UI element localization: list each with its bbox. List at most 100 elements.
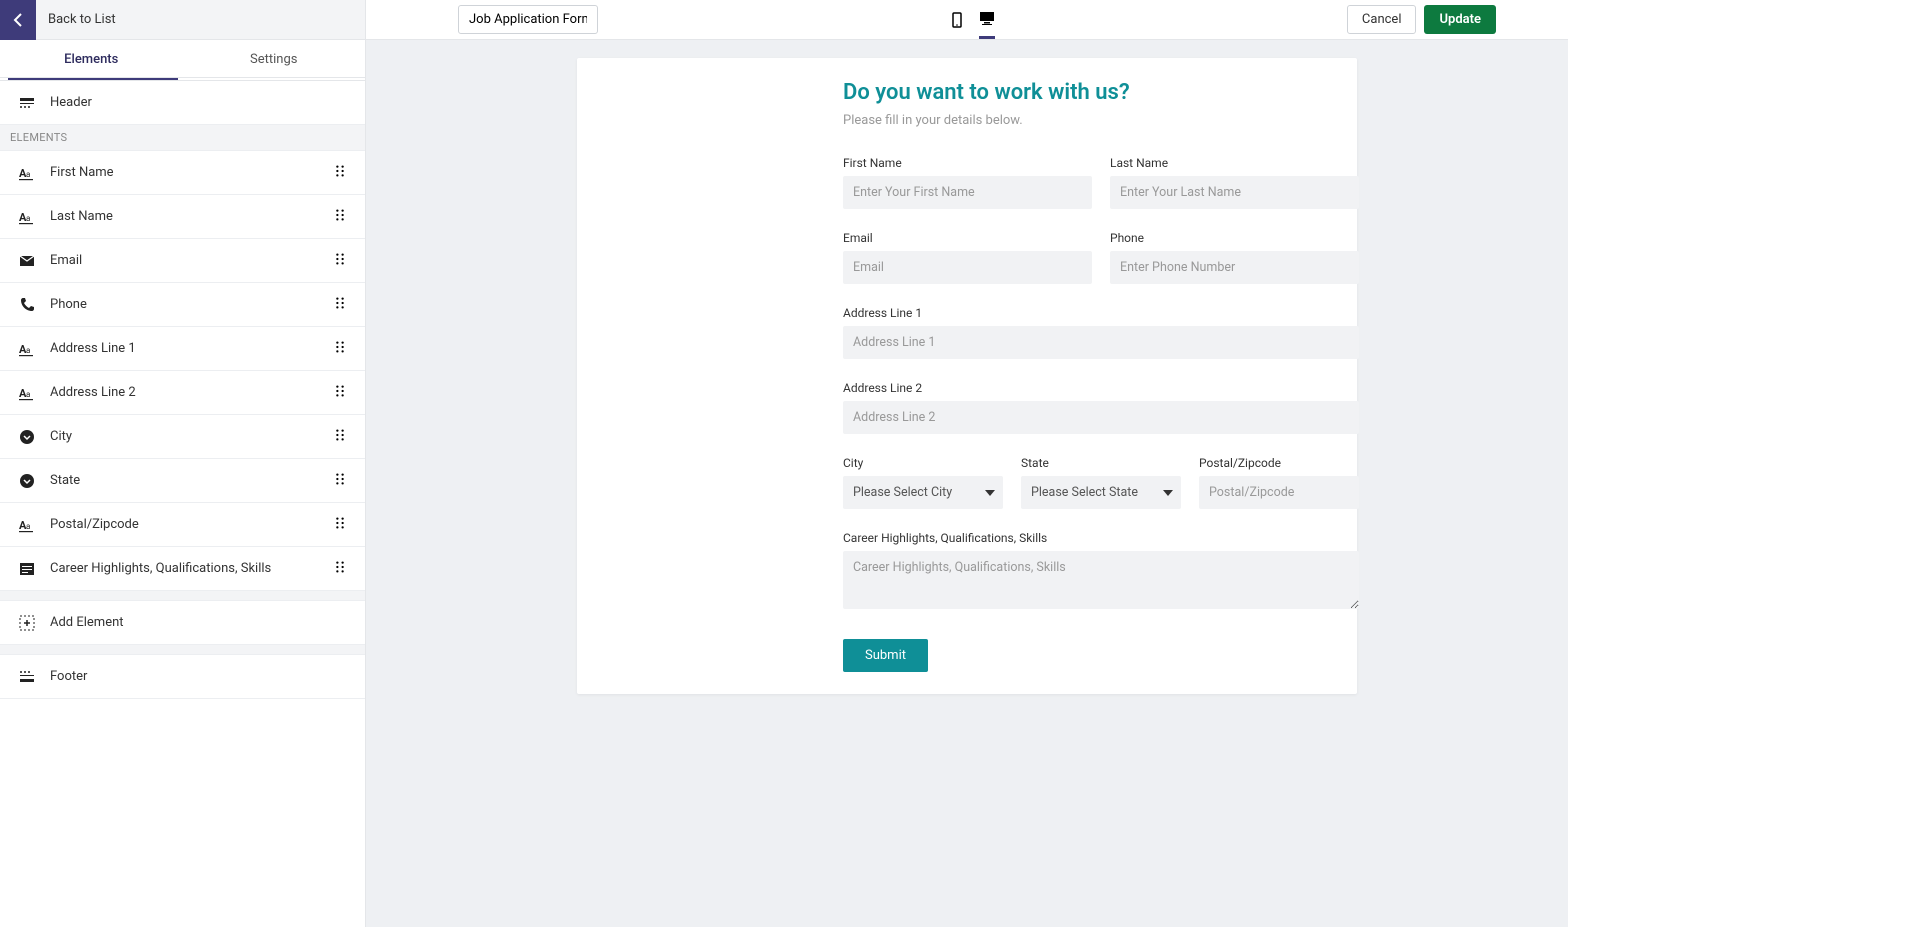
sidebar-element-row[interactable]: Aa Address Line 2 (0, 371, 365, 415)
mobile-icon (949, 12, 965, 28)
footer-icon (18, 668, 36, 686)
section-label-elements: ELEMENTS (0, 125, 365, 151)
sidebar-item-footer[interactable]: Footer (0, 655, 365, 699)
sidebar-element-row[interactable]: Career Highlights, Qualifications, Skill… (0, 547, 365, 591)
sidebar-element-label: Last Name (50, 209, 335, 224)
device-mobile[interactable] (949, 1, 965, 39)
input-last-name[interactable] (1110, 176, 1359, 209)
back-button[interactable] (0, 0, 36, 40)
label-state: State (1021, 456, 1181, 470)
label-phone: Phone (1110, 231, 1359, 245)
drag-handle-icon[interactable] (335, 516, 347, 534)
text-icon: Aa (18, 516, 36, 534)
input-phone[interactable] (1110, 251, 1359, 284)
svg-text:a: a (26, 170, 30, 179)
form-canvas: Do you want to work with us? Please fill… (577, 58, 1357, 694)
sidebar-item-label: Header (50, 95, 347, 110)
chevron-left-icon (13, 13, 23, 27)
dropdown-icon (18, 428, 36, 446)
form-subtitle: Please fill in your details below. (843, 113, 1359, 128)
input-first-name[interactable] (843, 176, 1092, 209)
drag-handle-icon[interactable] (335, 384, 347, 402)
drag-handle-icon[interactable] (335, 208, 347, 226)
device-switch (949, 1, 995, 39)
sidebar-element-label: Postal/Zipcode (50, 517, 335, 532)
sidebar-element-row[interactable]: City (0, 415, 365, 459)
label-address2: Address Line 2 (843, 381, 1359, 395)
sidebar-element-row[interactable]: Email (0, 239, 365, 283)
label-first-name: First Name (843, 156, 1092, 170)
add-element-label: Add Element (50, 615, 347, 630)
back-label: Back to List (36, 12, 116, 27)
main-area: Cancel Update Do you want to work with u… (366, 0, 1568, 927)
drag-handle-icon[interactable] (335, 164, 347, 182)
select-city[interactable]: Please Select City (843, 476, 1003, 509)
form-name-input[interactable] (458, 5, 598, 34)
label-city: City (843, 456, 1003, 470)
drag-handle-icon[interactable] (335, 428, 347, 446)
sidebar-element-label: First Name (50, 165, 335, 180)
header-icon (18, 94, 36, 112)
sidebar-item-header[interactable]: Header (0, 81, 365, 125)
svg-text:a: a (26, 214, 30, 223)
sidebar-element-label: Career Highlights, Qualifications, Skill… (50, 561, 335, 576)
cancel-button[interactable]: Cancel (1347, 5, 1417, 34)
input-email[interactable] (843, 251, 1092, 284)
sidebar-element-row[interactable]: Phone (0, 283, 365, 327)
tab-underline (8, 78, 178, 80)
sidebar-element-row[interactable]: Aa Last Name (0, 195, 365, 239)
add-icon (18, 614, 36, 632)
add-element-button[interactable]: Add Element (0, 601, 365, 645)
label-email: Email (843, 231, 1092, 245)
sidebar-element-row[interactable]: Aa Postal/Zipcode (0, 503, 365, 547)
textarea-career[interactable] (843, 551, 1359, 609)
drag-handle-icon[interactable] (335, 472, 347, 490)
sidebar-element-row[interactable]: State (0, 459, 365, 503)
sidebar: Back to List Elements Settings Header EL… (0, 0, 366, 927)
svg-text:a: a (26, 522, 30, 531)
drag-handle-icon[interactable] (335, 560, 347, 578)
sidebar-element-label: State (50, 473, 335, 488)
drag-handle-icon[interactable] (335, 296, 347, 314)
text-icon: Aa (18, 208, 36, 226)
phone-icon (18, 296, 36, 314)
label-last-name: Last Name (1110, 156, 1359, 170)
top-bar: Cancel Update (366, 0, 1568, 40)
drag-handle-icon[interactable] (335, 252, 347, 270)
drag-handle-icon[interactable] (335, 340, 347, 358)
sidebar-tabs: Elements Settings (0, 40, 365, 78)
sidebar-element-label: City (50, 429, 335, 444)
sidebar-element-row[interactable]: Aa First Name (0, 151, 365, 195)
update-button[interactable]: Update (1424, 5, 1496, 34)
form-title: Do you want to work with us? (843, 80, 1359, 105)
device-desktop[interactable] (979, 1, 995, 39)
sidebar-element-label: Address Line 1 (50, 341, 335, 356)
text-icon: Aa (18, 384, 36, 402)
sidebar-element-label: Phone (50, 297, 335, 312)
svg-text:a: a (26, 346, 30, 355)
label-career: Career Highlights, Qualifications, Skill… (843, 531, 1359, 545)
email-icon (18, 252, 36, 270)
textarea-icon (18, 560, 36, 578)
input-address2[interactable] (843, 401, 1359, 434)
sidebar-item-label: Footer (50, 669, 347, 684)
select-state[interactable]: Please Select State (1021, 476, 1181, 509)
spacer (0, 591, 365, 601)
dropdown-icon (18, 472, 36, 490)
submit-button[interactable]: Submit (843, 639, 928, 672)
input-address1[interactable] (843, 326, 1359, 359)
input-postal[interactable] (1199, 476, 1359, 509)
tab-elements[interactable]: Elements (0, 40, 183, 77)
spacer (0, 645, 365, 655)
sidebar-element-label: Address Line 2 (50, 385, 335, 400)
text-icon: Aa (18, 164, 36, 182)
svg-text:a: a (26, 390, 30, 399)
sidebar-element-row[interactable]: Aa Address Line 1 (0, 327, 365, 371)
text-icon: Aa (18, 340, 36, 358)
sidebar-element-label: Email (50, 253, 335, 268)
label-address1: Address Line 1 (843, 306, 1359, 320)
canvas-scroll[interactable]: Do you want to work with us? Please fill… (366, 40, 1568, 927)
tab-settings[interactable]: Settings (183, 40, 366, 77)
desktop-icon (979, 10, 995, 26)
label-postal: Postal/Zipcode (1199, 456, 1359, 470)
